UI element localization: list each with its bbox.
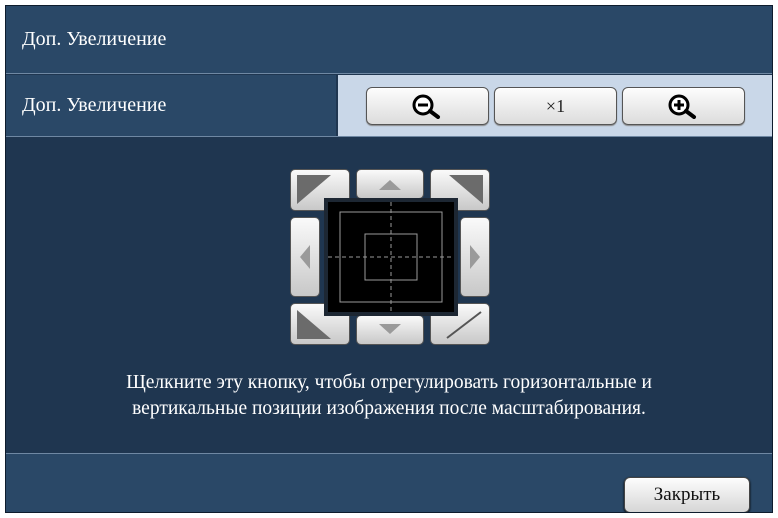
- zoom-row: Доп. Увеличение ×1: [6, 75, 772, 137]
- zoom-controls: ×1: [338, 75, 772, 136]
- pan-left-button[interactable]: [290, 217, 320, 297]
- pan-control-pad: [290, 169, 490, 345]
- instructions-line-1: Щелкните эту кнопку, чтобы отрегулироват…: [126, 372, 652, 393]
- instructions-text: Щелкните эту кнопку, чтобы отрегулироват…: [6, 370, 772, 422]
- extra-zoom-dialog: Доп. Увеличение Доп. Увеличение ×1 Щелкн…: [5, 5, 773, 513]
- arrow-right-icon: [470, 245, 480, 269]
- zoom-in-button[interactable]: [622, 87, 745, 125]
- zoom-out-icon: [411, 93, 445, 119]
- instructions-line-2: вертикальные позиции изображения после м…: [132, 398, 646, 419]
- zoom-reset-button[interactable]: ×1: [494, 87, 617, 125]
- pan-up-button[interactable]: [356, 169, 424, 199]
- zoom-reset-label: ×1: [545, 95, 566, 116]
- zoom-in-icon: [667, 93, 701, 119]
- dialog-footer: Закрыть: [6, 453, 772, 512]
- zoom-area-preview[interactable]: [324, 198, 458, 316]
- arrow-up-icon: [379, 180, 401, 190]
- pan-right-button[interactable]: [460, 217, 490, 297]
- close-button[interactable]: Закрыть: [624, 477, 750, 512]
- pan-down-button[interactable]: [356, 315, 424, 345]
- arrow-left-icon: [300, 245, 310, 269]
- dialog-title: Доп. Увеличение: [6, 6, 772, 74]
- arrow-down-icon: [379, 324, 401, 334]
- zoom-row-label: Доп. Увеличение: [6, 75, 336, 136]
- zoom-out-button[interactable]: [366, 87, 489, 125]
- zoom-frame-icon: [328, 202, 454, 312]
